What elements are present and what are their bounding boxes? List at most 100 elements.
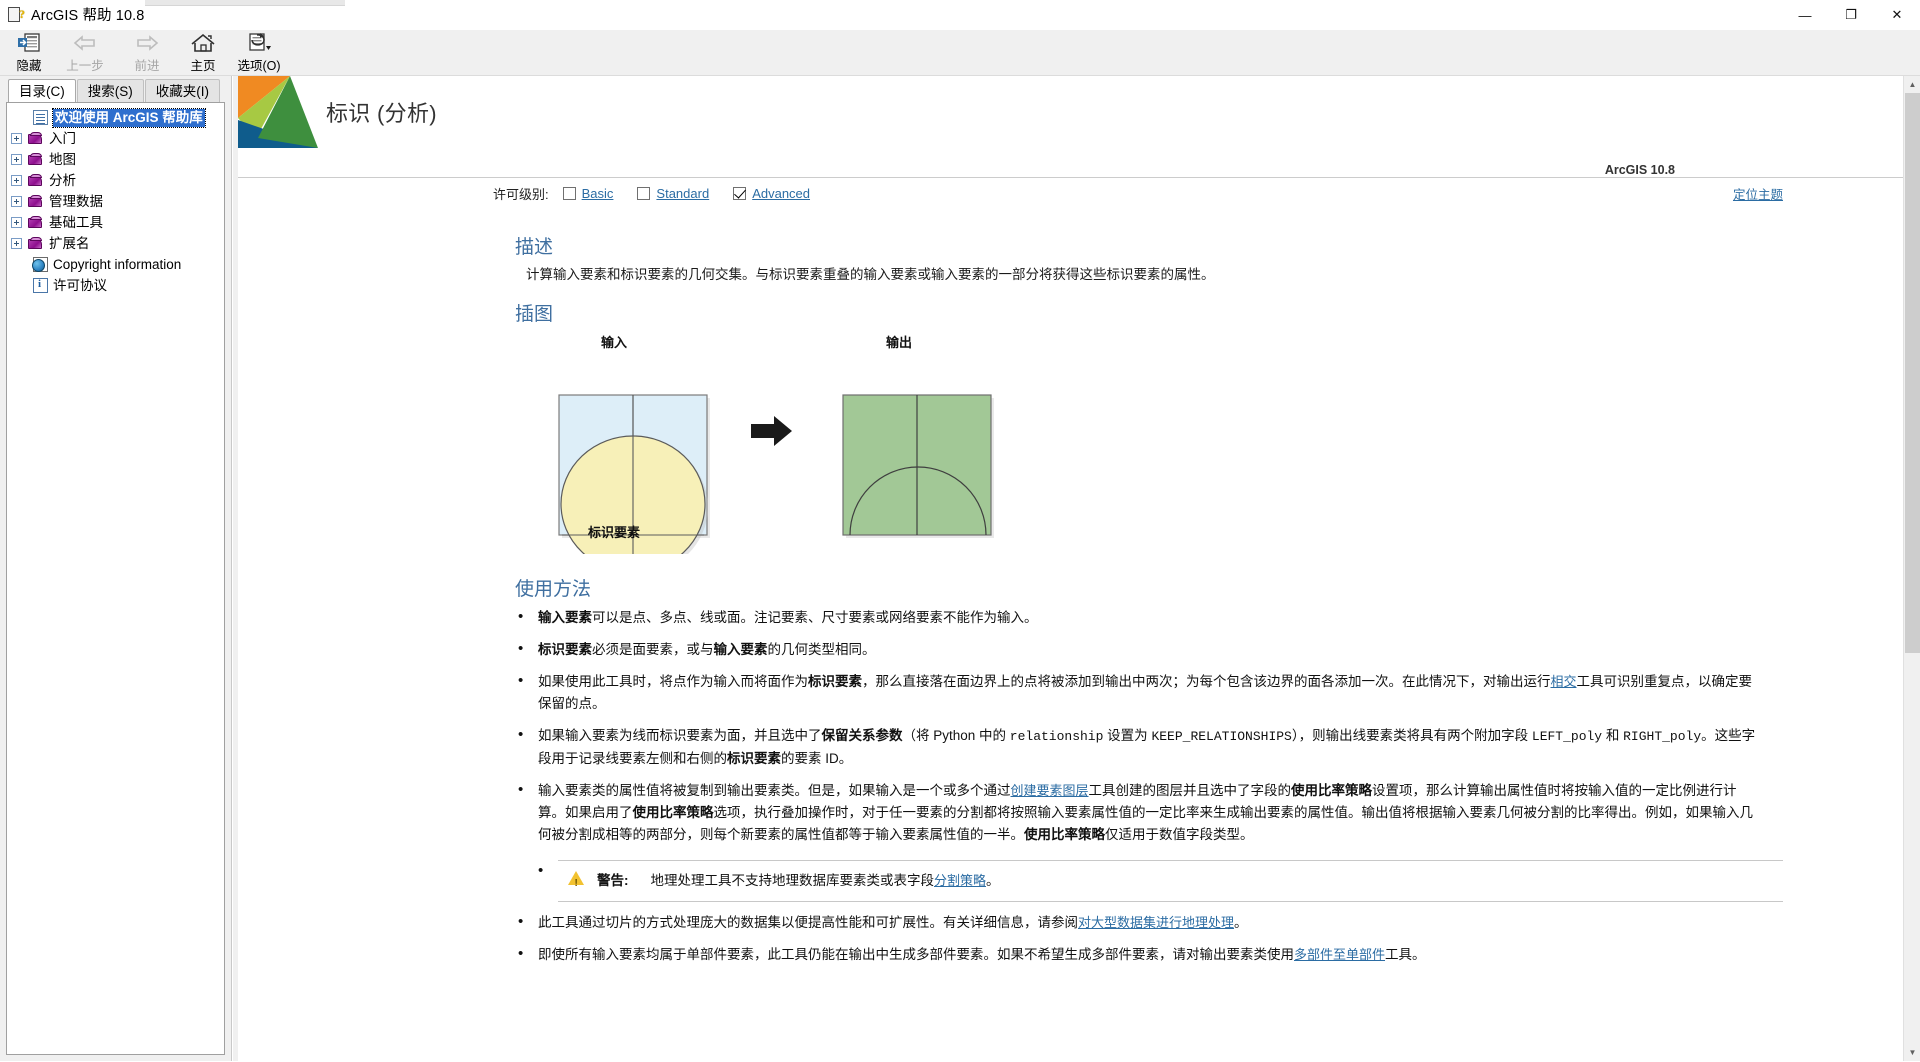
plain-text: 和 <box>1602 728 1624 743</box>
document-body: 标识 (分析) ArcGIS 10.8 许可级别: Basic Standard… <box>238 76 1903 1061</box>
back-label: 上一步 <box>66 59 104 73</box>
tree-item-label: Copyright information <box>53 256 182 272</box>
tree-item-getting-started[interactable]: 入门 <box>7 128 224 149</box>
home-button[interactable]: 主页 <box>178 30 228 76</box>
back-button[interactable]: 上一步 <box>54 30 116 76</box>
usage-item: 即使所有输入要素均属于单部件要素，此工具仍能在输出中生成多部件要素。如果不希望生… <box>518 943 1763 966</box>
hide-pane-label: 隐藏 <box>16 59 42 73</box>
expand-icon[interactable] <box>11 133 22 144</box>
checkbox-advanced[interactable] <box>733 186 747 200</box>
usage-item: 此工具通过切片的方式处理庞大的数据集以便提高性能和可扩展性。有关详细信息，请参阅… <box>518 911 1763 934</box>
plain-text: 工具。 <box>1385 947 1426 962</box>
main-toolbar: 隐藏 上一步 前进 主页 选项(O) <box>0 30 1920 76</box>
emphasis-text: 标识要素 <box>808 674 862 689</box>
inline-link[interactable]: 分割策略 <box>934 873 986 888</box>
warning-text: 地理处理工具不支持地理数据库要素类或表字段分割策略。 <box>651 870 1000 892</box>
vertical-scrollbar[interactable]: ▲ ▼ <box>1903 76 1920 1061</box>
usage-item: 输入要素可以是点、多点、线或面。注记要素、尺寸要素或网络要素不能作为输入。 <box>518 606 1763 629</box>
plain-text: 即使所有输入要素均属于单部件要素，此工具仍能在输出中生成多部件要素。如果不希望生… <box>538 947 1294 962</box>
plain-text: （将 Python 中的 <box>902 728 1010 743</box>
plain-text: 输入要素类的属性值将被复制到输出要素类。但是，如果输入是一个或多个通过 <box>538 783 1011 798</box>
tree-item-extensions[interactable]: 扩展名 <box>7 233 224 254</box>
checkbox-standard[interactable] <box>637 186 651 200</box>
plain-text: 此工具通过切片的方式处理庞大的数据集以便提高性能和可扩展性。有关详细信息，请参阅 <box>538 915 1078 930</box>
contents-tree[interactable]: 欢迎使用 ArcGIS 帮助库 入门 地图 分析 管理数据 基础工具 扩展名 C… <box>6 102 225 1055</box>
help-document-icon: ? <box>7 6 25 24</box>
expand-icon[interactable] <box>11 217 22 228</box>
emphasis-text: 使用比率策略 <box>632 805 714 820</box>
home-label: 主页 <box>190 59 216 73</box>
expand-icon[interactable] <box>11 175 22 186</box>
window-title: ArcGIS 帮助 10.8 <box>31 8 145 24</box>
forward-arrow-icon <box>134 32 160 54</box>
tree-item-copyright[interactable]: Copyright information <box>7 254 224 275</box>
product-version-label: ArcGIS 10.8 <box>1604 163 1675 177</box>
window-controls: — ❐ ✕ <box>1782 0 1920 30</box>
scroll-up-arrow[interactable]: ▲ <box>1904 76 1920 93</box>
input-caption: 输入 <box>601 335 628 350</box>
close-button[interactable]: ✕ <box>1874 0 1920 30</box>
plain-text: ，那么直接落在面边界上的点将被添加到输出中两次；为每个包含该边界的面各添加一次。… <box>862 674 1551 689</box>
expand-icon[interactable] <box>11 154 22 165</box>
page-icon <box>33 110 48 125</box>
tree-item-base-tools[interactable]: 基础工具 <box>7 212 224 233</box>
plain-text: 地理处理工具不支持地理数据库要素类或表字段 <box>650 873 935 888</box>
expand-icon[interactable] <box>11 238 22 249</box>
tree-item-label: 扩展名 <box>49 235 90 251</box>
section-heading-illustration: 插图 <box>515 304 554 325</box>
section-heading-description: 描述 <box>515 237 554 258</box>
options-label: 选项(O) <box>237 59 281 73</box>
license-level-bar: 许可级别: Basic Standard Advanced 定位主题 <box>238 178 1903 208</box>
tree-item-maps[interactable]: 地图 <box>7 149 224 170</box>
navigation-tabs: 目录(C) 搜索(S) 收藏夹(I) <box>0 76 231 102</box>
help-content: 标识 (分析) ArcGIS 10.8 许可级别: Basic Standard… <box>238 76 1920 1061</box>
tab-favorites[interactable]: 收藏夹(I) <box>144 79 220 102</box>
inline-link[interactable]: 相交 <box>1551 674 1577 689</box>
code-text: relationship <box>1009 729 1104 744</box>
tab-search[interactable]: 搜索(S) <box>76 79 144 102</box>
output-caption: 输出 <box>886 335 913 350</box>
inline-link[interactable]: 多部件至单部件 <box>1294 947 1385 962</box>
tree-item-label: 分析 <box>49 172 76 188</box>
plain-text: 。 <box>986 873 1000 888</box>
license-advanced-link[interactable]: Advanced <box>752 186 810 201</box>
inline-link[interactable]: 对大型数据集进行地理处理 <box>1078 915 1234 930</box>
license-advanced[interactable]: Advanced <box>733 186 810 201</box>
checkbox-basic[interactable] <box>562 186 576 200</box>
warning-label: 警告: <box>597 873 629 888</box>
plain-text: ），则输出线要素类将具有两个附加字段 <box>1291 728 1532 743</box>
tree-item-label: 管理数据 <box>49 193 103 209</box>
hide-pane-button[interactable]: 隐藏 <box>4 30 54 76</box>
minimize-button[interactable]: — <box>1782 0 1828 30</box>
tab-contents[interactable]: 目录(C) <box>8 79 76 102</box>
tree-item-license-agreement[interactable]: 许可协议 <box>7 275 224 296</box>
arrow-icon <box>751 416 792 446</box>
tree-item-manage-data[interactable]: 管理数据 <box>7 191 224 212</box>
forward-button[interactable]: 前进 <box>116 30 178 76</box>
scrollbar-thumb[interactable] <box>1905 93 1920 653</box>
book-icon <box>28 195 44 208</box>
tree-item-label: 地图 <box>49 151 76 167</box>
license-standard[interactable]: Standard <box>637 186 709 201</box>
locate-topic-link[interactable]: 定位主题 <box>1733 184 1783 203</box>
code-text: KEEP_RELATIONSHIPS <box>1151 729 1292 744</box>
book-icon <box>28 174 44 187</box>
tree-item-welcome[interactable]: 欢迎使用 ArcGIS 帮助库 <box>7 107 224 128</box>
book-icon <box>28 237 44 250</box>
book-icon <box>28 132 44 145</box>
scroll-down-arrow[interactable]: ▼ <box>1904 1044 1920 1061</box>
home-icon <box>190 32 216 54</box>
options-button[interactable]: 选项(O) <box>228 30 290 76</box>
emphasis-text: 使用比率策略 <box>1024 827 1105 842</box>
expand-icon[interactable] <box>11 196 22 207</box>
maximize-button[interactable]: ❐ <box>1828 0 1874 30</box>
code-text: LEFT_poly <box>1531 729 1603 744</box>
license-basic[interactable]: Basic <box>562 186 614 201</box>
license-basic-link[interactable]: Basic <box>582 186 614 201</box>
plain-text: 如果输入要素为线而标识要素为面，并且选中了 <box>538 728 822 743</box>
inline-link[interactable]: 创建要素图层 <box>1011 783 1089 798</box>
page-banner: 标识 (分析) <box>238 76 1903 148</box>
license-standard-link[interactable]: Standard <box>656 186 709 201</box>
section-heading-usage: 使用方法 <box>515 579 592 600</box>
tree-item-analysis[interactable]: 分析 <box>7 170 224 191</box>
